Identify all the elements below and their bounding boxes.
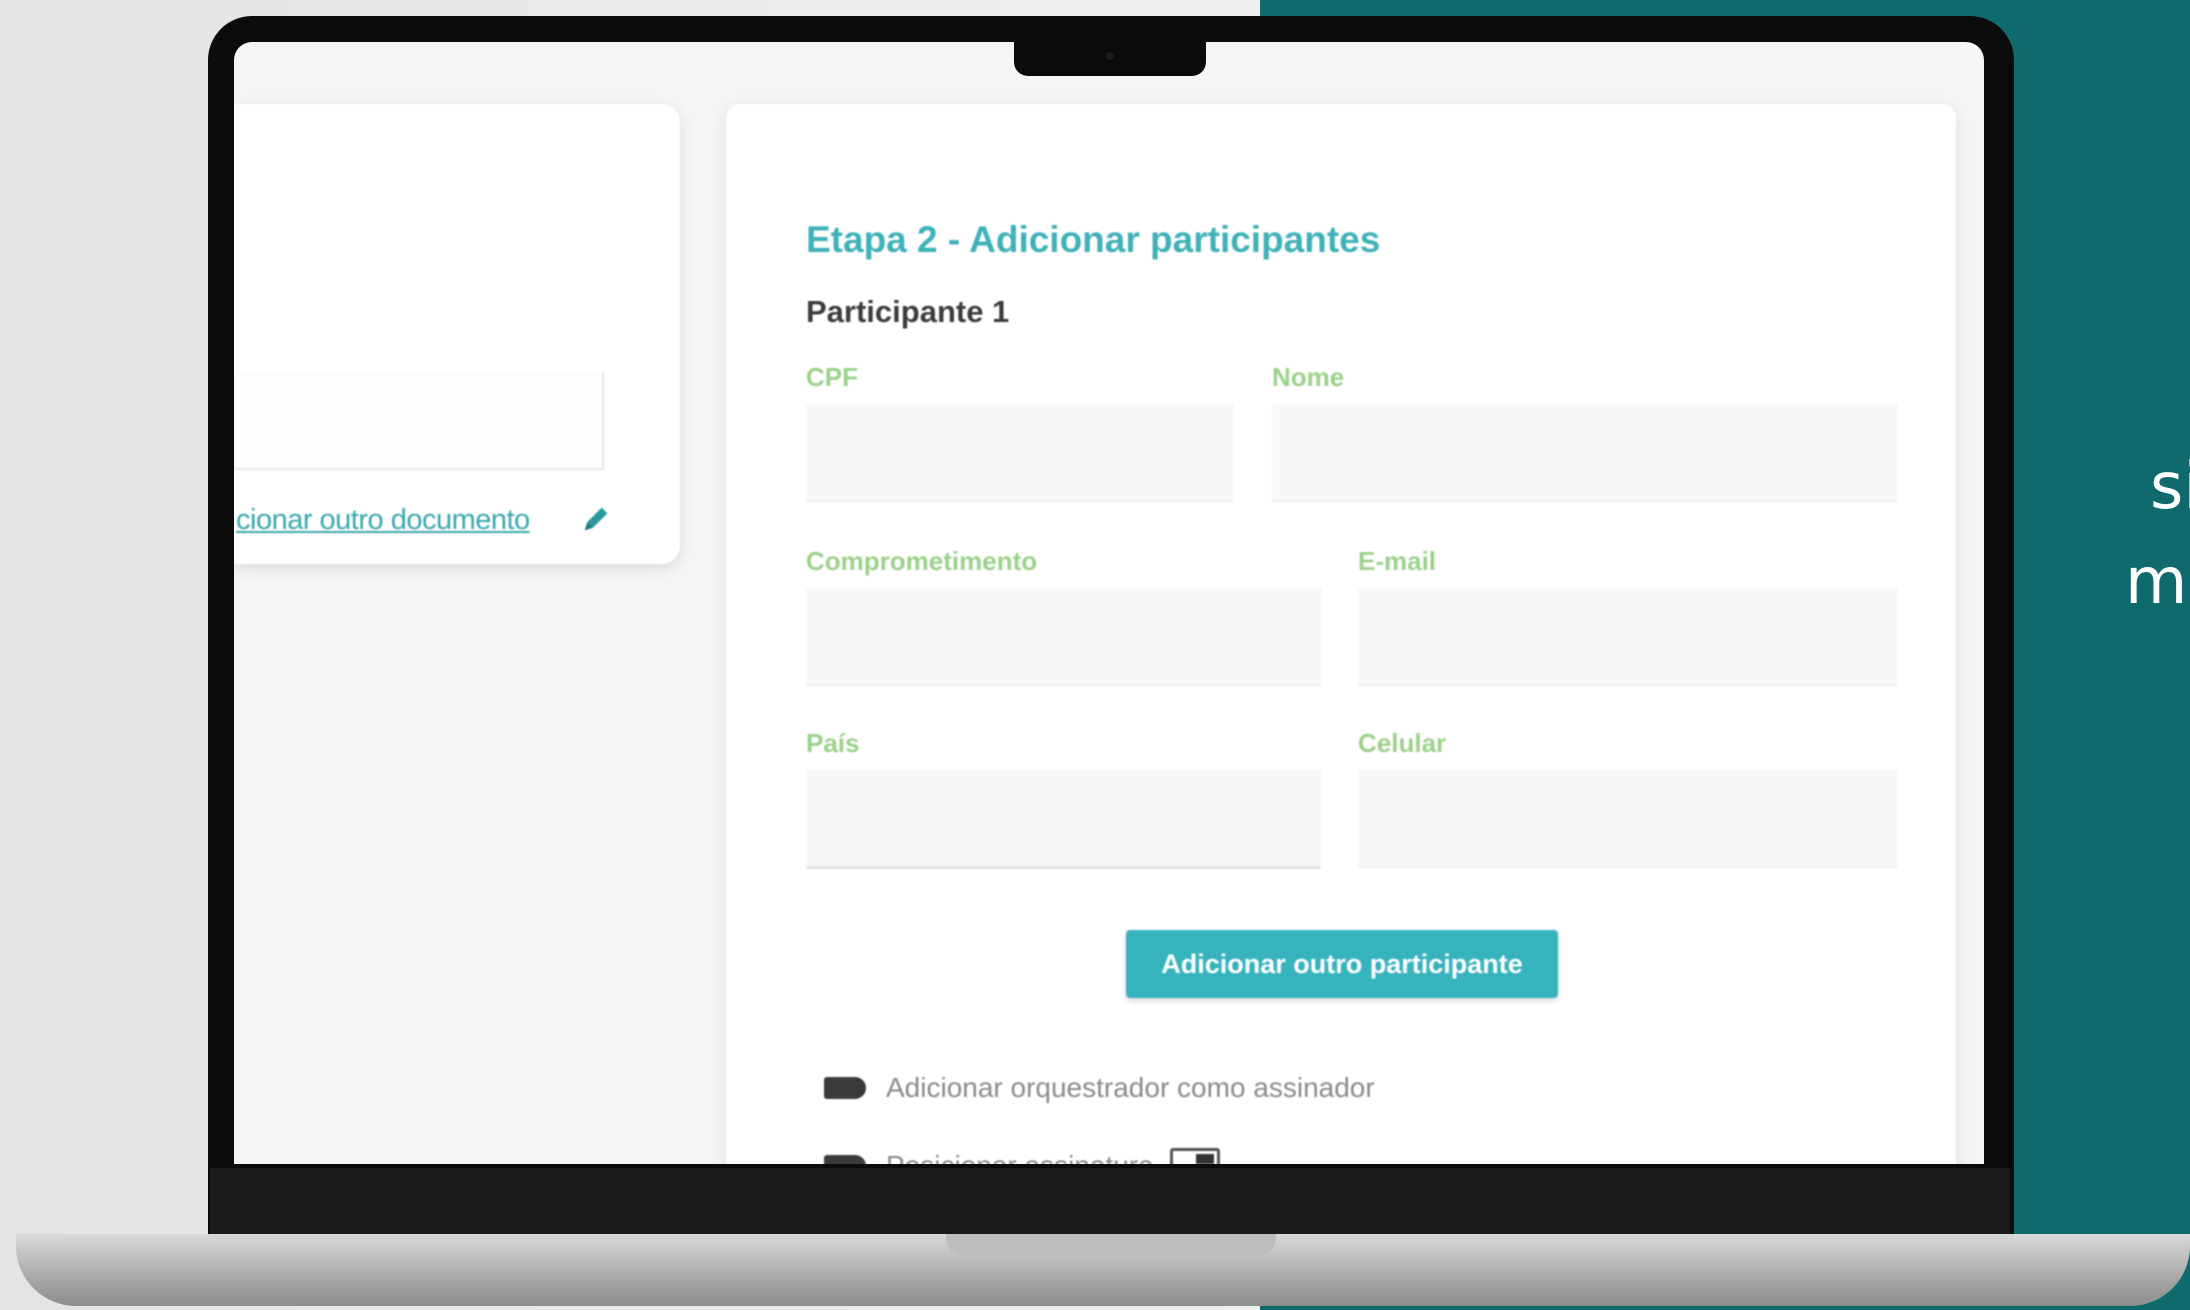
laptop-screen: cionar outro documento Etapa 2 - Adicion… [234, 42, 1984, 1164]
email-input[interactable] [1358, 588, 1897, 686]
comprometimento-label: Comprometimento [806, 546, 1038, 576]
pencil-icon[interactable] [579, 502, 613, 536]
laptop-hinge [210, 1168, 2010, 1234]
add-another-document-link[interactable]: cionar outro documento [236, 504, 530, 537]
celular-input[interactable] [1358, 770, 1897, 868]
document-field[interactable] [234, 372, 604, 470]
step-title: Etapa 2 - Adicionar participantes [806, 219, 1381, 260]
document-card: cionar outro documento [234, 104, 680, 564]
pais-select[interactable] [806, 770, 1321, 869]
side-text-line-1: si [2150, 450, 2190, 524]
cpf-label: CPF [806, 362, 858, 392]
add-another-participant-button[interactable]: Adicionar outro participante [1126, 930, 1558, 998]
camera-notch [1014, 40, 1206, 76]
toggle-icon[interactable] [824, 1076, 870, 1100]
email-label: E-mail [1358, 546, 1437, 576]
nome-label: Nome [1272, 362, 1345, 392]
pais-label: País [806, 728, 860, 758]
toggle-icon[interactable] [824, 1154, 870, 1164]
cpf-input[interactable] [806, 404, 1233, 502]
nome-input[interactable] [1272, 404, 1897, 502]
side-text-line-2: m [2125, 545, 2188, 619]
add-orchestrator-label: Adicionar orquestrador como assinador [886, 1072, 1375, 1103]
add-orchestrator-option[interactable]: Adicionar orquestrador como assinador [824, 1072, 1375, 1104]
comprometimento-select[interactable] [806, 588, 1321, 686]
signature-box-icon[interactable] [1169, 1148, 1220, 1164]
position-signature-option[interactable]: Posicionar assinatura [824, 1148, 1220, 1164]
participant-title: Participante 1 [806, 294, 1010, 329]
laptop-base-groove [946, 1234, 1276, 1256]
position-signature-label: Posicionar assinatura [886, 1150, 1154, 1164]
participants-form-card: Etapa 2 - Adicionar participantes Partic… [726, 104, 1956, 1164]
celular-label: Celular [1358, 728, 1447, 758]
